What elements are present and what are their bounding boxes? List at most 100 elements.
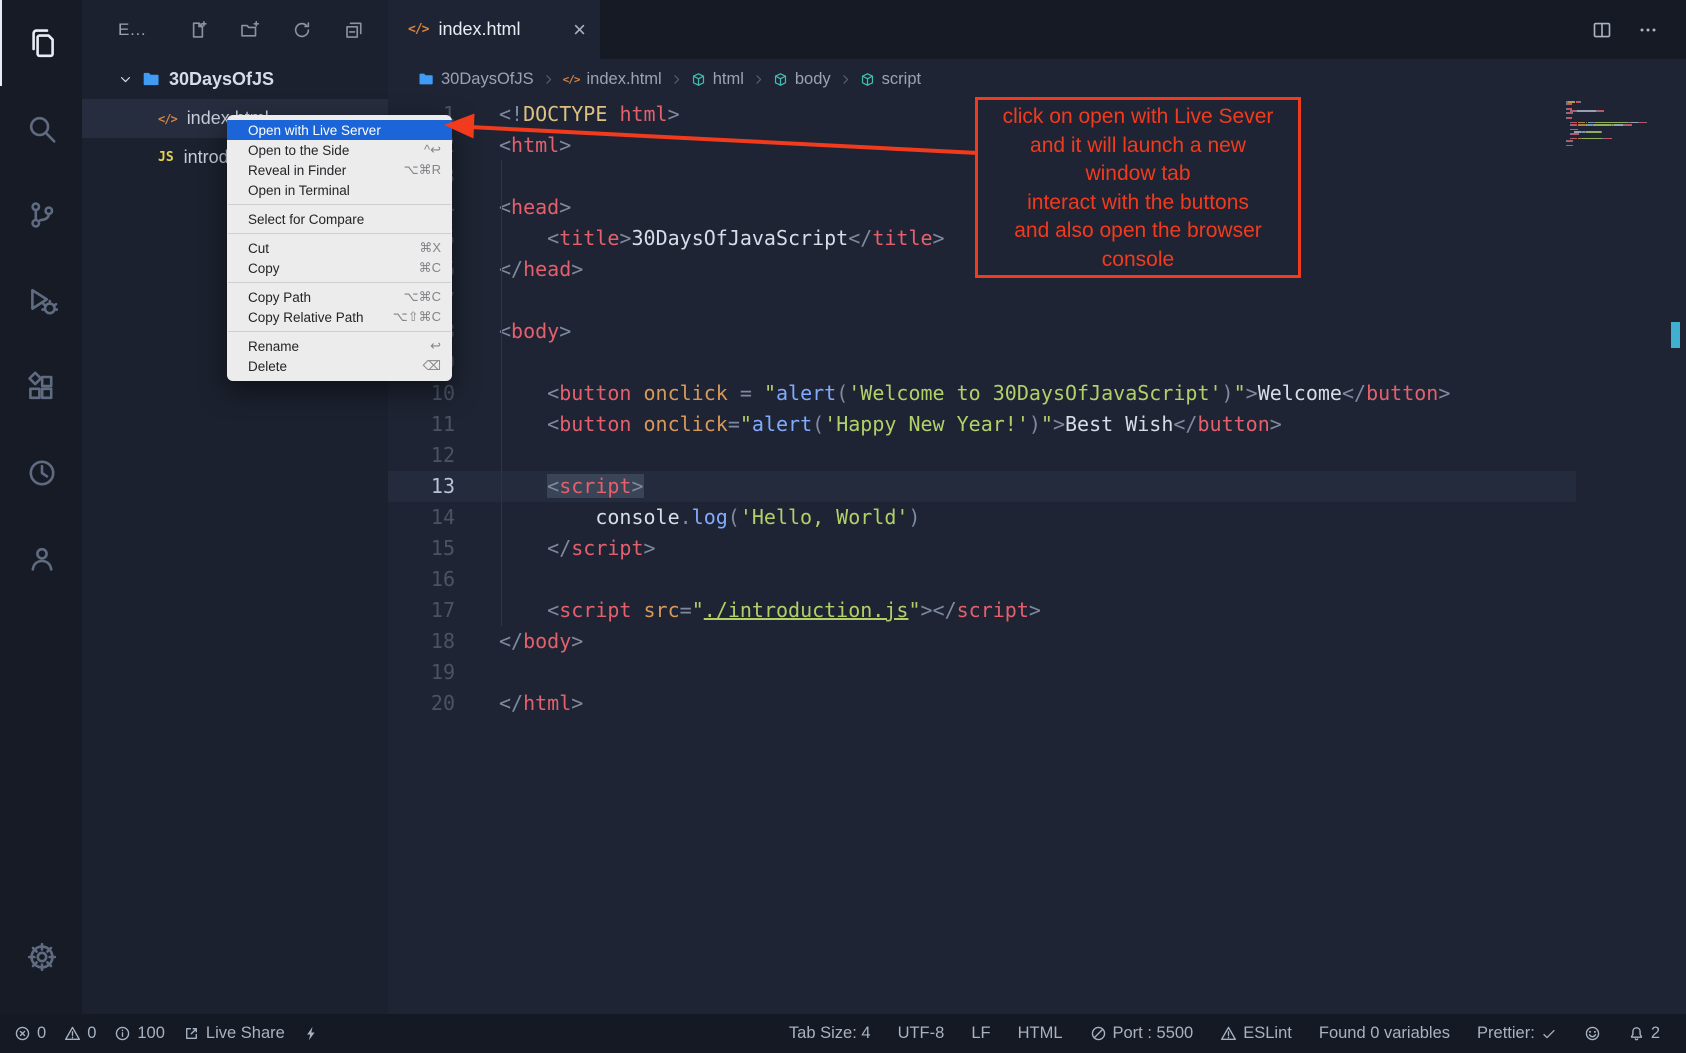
code-line-14[interactable]: 14 console.log('Hello, World') <box>388 502 1576 533</box>
history-icon[interactable] <box>0 430 82 516</box>
line-number: 13 <box>388 471 455 502</box>
menu-item-cut[interactable]: Cut⌘X <box>227 238 452 258</box>
settings-gear-icon[interactable] <box>0 914 82 1000</box>
chevron-right-icon <box>542 73 555 86</box>
status-0[interactable]: 0 <box>14 1024 46 1043</box>
code-text <box>455 347 499 378</box>
status-html[interactable]: HTML <box>1018 1024 1063 1043</box>
code-text: console.log('Hello, World') <box>455 502 920 533</box>
html-file-icon: </> <box>408 22 428 37</box>
code-line-16[interactable]: 16 <box>388 564 1576 595</box>
menu-item-open-with-live-server[interactable]: Open with Live Server <box>227 120 452 140</box>
explorer-title: E… <box>118 20 146 40</box>
code-line-15[interactable]: 15 </script> <box>388 533 1576 564</box>
menu-separator <box>228 331 451 332</box>
gear-icon <box>26 941 58 973</box>
breadcrumb-label: body <box>795 70 831 89</box>
chevron-right-icon <box>752 73 765 86</box>
menu-item-copy-relative-path[interactable]: Copy Relative Path⌥⇧⌘C <box>227 307 452 327</box>
breadcrumb-item-body[interactable]: body <box>773 70 831 89</box>
code-line-9[interactable]: 9 <box>388 347 1576 378</box>
code-line-10[interactable]: 10 <button onclick = "alert('Welcome to … <box>388 378 1576 409</box>
code-line-13[interactable]: 13 <script> <box>388 471 1576 502</box>
code-line-17[interactable]: 17 <script src="./introduction.js"></scr… <box>388 595 1576 626</box>
status-bolt[interactable] <box>303 1025 320 1042</box>
code-text <box>455 161 499 192</box>
breadcrumb-label: script <box>882 70 921 89</box>
symbol-cube-icon <box>691 72 706 87</box>
status-2[interactable]: 2 <box>1628 1024 1660 1043</box>
live-share-icon[interactable] <box>0 516 82 602</box>
menu-separator <box>228 233 451 234</box>
explorer-icon[interactable] <box>0 0 82 86</box>
explorer-header-actions <box>188 20 364 40</box>
breadcrumb-item-script[interactable]: script <box>860 70 921 89</box>
menu-separator <box>228 282 451 283</box>
breadcrumb-item-html[interactable]: html <box>691 70 744 89</box>
menu-item-rename[interactable]: Rename↩ <box>227 336 452 356</box>
code-line-8[interactable]: 8<body> <box>388 316 1576 347</box>
warning-icon <box>1220 1025 1237 1042</box>
tab-index-html[interactable]: </> index.html × <box>388 0 600 59</box>
breadcrumb-item-index-html[interactable]: </>index.html <box>563 70 662 89</box>
source-control-icon[interactable] <box>0 172 82 258</box>
code-text: <!DOCTYPE html> <box>455 99 680 130</box>
code-text: </head> <box>455 254 583 285</box>
menu-item-open-in-terminal[interactable]: Open in Terminal <box>227 180 452 200</box>
status-tab-size-4[interactable]: Tab Size: 4 <box>789 1024 871 1043</box>
code-line-11[interactable]: 11 <button onclick="alert('Happy New Yea… <box>388 409 1576 440</box>
status-utf-8[interactable]: UTF-8 <box>898 1024 945 1043</box>
status-prettier[interactable]: Prettier: <box>1477 1024 1557 1043</box>
refresh-icon[interactable] <box>292 20 312 40</box>
status-eslint[interactable]: ESLint <box>1220 1024 1292 1043</box>
chevron-right-icon <box>670 73 683 86</box>
close-icon[interactable]: × <box>573 19 586 41</box>
minimap[interactable] <box>1566 101 1666 147</box>
circle-slash-icon <box>1090 1025 1107 1042</box>
code-text: <html> <box>455 130 571 161</box>
new-folder-icon[interactable] <box>240 20 260 40</box>
html-file-icon: </> <box>563 73 580 86</box>
menu-item-copy[interactable]: Copy⌘C <box>227 258 452 278</box>
search-icon[interactable] <box>0 86 82 172</box>
editor-actions <box>1592 0 1686 59</box>
status-0[interactable]: 0 <box>64 1024 96 1043</box>
menu-item-reveal-in-finder[interactable]: Reveal in Finder⌥⌘R <box>227 160 452 180</box>
context-menu: Open with Live ServerOpen to the Side^↩R… <box>227 115 452 381</box>
line-number: 15 <box>388 533 455 564</box>
explorer-header: E… <box>82 0 388 59</box>
chevron-down-icon <box>118 72 133 87</box>
split-editor-icon[interactable] <box>1592 20 1612 40</box>
more-actions-icon[interactable] <box>1638 20 1658 40</box>
menu-item-copy-path[interactable]: Copy Path⌥⌘C <box>227 287 452 307</box>
code-text: </script> <box>455 533 656 564</box>
code-line-20[interactable]: 20</html> <box>388 688 1576 719</box>
status-lf[interactable]: LF <box>971 1024 990 1043</box>
menu-item-select-for-compare[interactable]: Select for Compare <box>227 209 452 229</box>
folder-root-30daysofjs[interactable]: 30DaysOfJS <box>82 59 388 99</box>
run-debug-icon[interactable] <box>0 258 82 344</box>
activity-bar-top <box>0 0 82 602</box>
line-number: 10 <box>388 378 455 409</box>
breadcrumb-label: html <box>713 70 744 89</box>
status-live-share[interactable]: Live Share <box>183 1024 285 1043</box>
menu-item-delete[interactable]: Delete⌫ <box>227 356 452 376</box>
code-text <box>455 657 499 688</box>
code-line-19[interactable]: 19 <box>388 657 1576 688</box>
status-found-0-variables[interactable]: Found 0 variables <box>1319 1024 1450 1043</box>
code-line-7[interactable]: 7 <box>388 285 1576 316</box>
breadcrumb-item-30daysofjs[interactable]: 30DaysOfJS <box>418 70 534 89</box>
collapse-all-icon[interactable] <box>344 20 364 40</box>
code-line-18[interactable]: 18</body> <box>388 626 1576 657</box>
status-smiley[interactable] <box>1584 1025 1601 1042</box>
menu-item-open-to-the-side[interactable]: Open to the Side^↩ <box>227 140 452 160</box>
code-text: <title>30DaysOfJavaScript</title> <box>455 223 945 254</box>
extensions-icon[interactable] <box>0 344 82 430</box>
code-line-12[interactable]: 12 <box>388 440 1576 471</box>
annotation-box: click on open with Live Sever and it wil… <box>975 97 1301 278</box>
status-port-5500[interactable]: Port : 5500 <box>1090 1024 1194 1043</box>
folder-icon <box>142 70 160 88</box>
status-100[interactable]: 100 <box>114 1024 165 1043</box>
overview-ruler-marker <box>1671 322 1680 348</box>
new-file-icon[interactable] <box>188 20 208 40</box>
